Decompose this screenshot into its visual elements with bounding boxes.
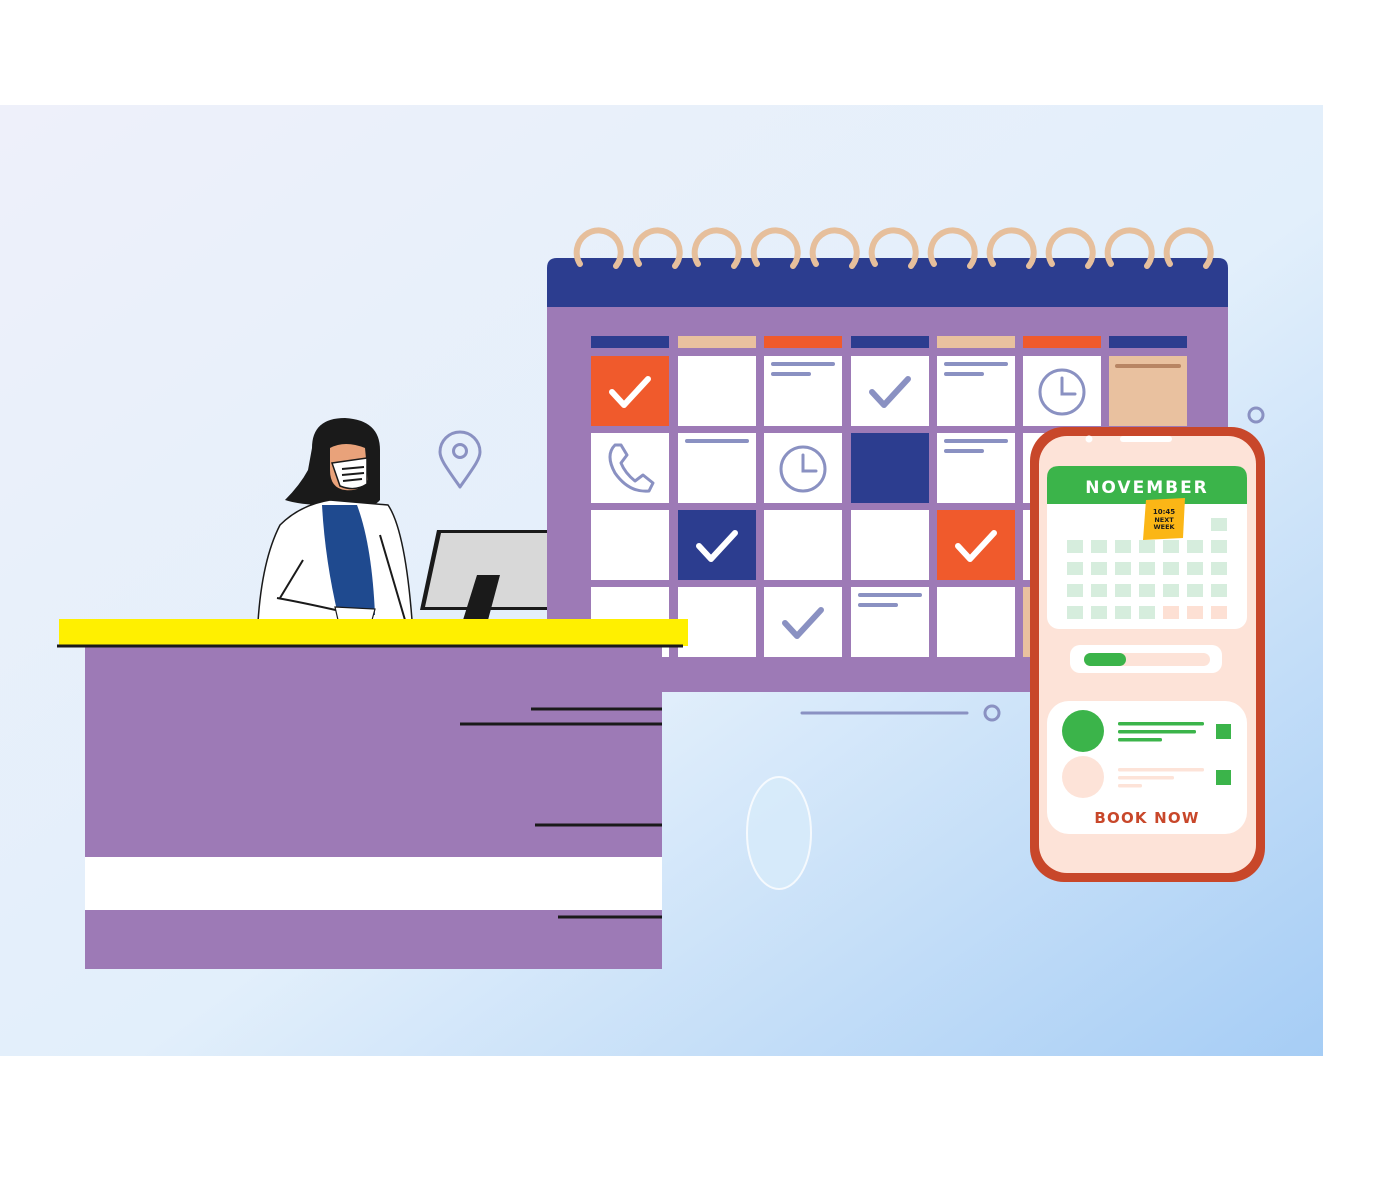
calendar-cell <box>764 510 842 580</box>
weekday-strip <box>937 336 1015 348</box>
calendar-cell <box>851 510 929 580</box>
calendar-cell <box>937 510 1015 580</box>
computer-monitor <box>420 530 547 620</box>
mini-calendar-day <box>1067 606 1083 619</box>
mini-calendar-day <box>1115 584 1131 597</box>
mini-calendar-day <box>1163 562 1179 575</box>
calendar-cell <box>591 356 669 426</box>
month-label: NOVEMBER <box>1085 478 1209 498</box>
mini-calendar-day <box>1139 562 1155 575</box>
calendar-cell <box>851 433 929 503</box>
mini-calendar-day <box>1091 584 1107 597</box>
text-lines <box>685 439 749 443</box>
book-now-button[interactable]: BOOK NOW <box>1094 809 1199 827</box>
mini-calendar-day <box>1067 540 1083 553</box>
calendar-cell <box>851 587 929 657</box>
mini-calendar-day <box>1115 606 1131 619</box>
avatar <box>1062 756 1104 798</box>
phone-speaker <box>1120 436 1172 442</box>
mini-calendar-day <box>1187 606 1203 619</box>
sticky-note-line2: WEEK <box>1153 523 1175 531</box>
mini-calendar-day <box>1115 562 1131 575</box>
sticky-note: 10:45 NEXT WEEK <box>1143 498 1185 540</box>
mini-calendar-day <box>1211 518 1227 531</box>
phone-camera <box>1085 435 1093 443</box>
mini-calendar-day <box>1115 540 1131 553</box>
mini-calendar-day <box>1163 584 1179 597</box>
mini-calendar-day <box>1163 606 1179 619</box>
calendar-cell <box>851 356 929 426</box>
mini-calendar-day <box>1187 540 1203 553</box>
calendar-cell <box>764 587 842 657</box>
mini-calendar-day <box>1139 606 1155 619</box>
sticky-note-time: 10:45 <box>1153 508 1175 516</box>
bubble-decoration <box>746 776 812 890</box>
booking-illustration: NOVEMBER 10:45 NEXT WEEK BOOK NOW <box>0 105 1323 1056</box>
mini-calendar-day <box>1163 540 1179 553</box>
weekday-strip <box>591 336 669 348</box>
mini-calendar-day <box>1211 562 1227 575</box>
calendar-cell <box>937 356 1015 426</box>
calendar-cell <box>937 587 1015 657</box>
checkbox[interactable] <box>1216 770 1231 785</box>
calendar-cell <box>591 433 669 503</box>
mini-calendar-day <box>1067 562 1083 575</box>
weekday-strip <box>1023 336 1101 348</box>
calendar-header <box>547 258 1228 307</box>
mini-calendar-day <box>1211 540 1227 553</box>
weekday-strip <box>1109 336 1187 348</box>
mini-calendar-day <box>1091 540 1107 553</box>
smartphone: NOVEMBER 10:45 NEXT WEEK BOOK NOW <box>1030 427 1265 882</box>
weekday-strip <box>851 336 929 348</box>
calendar-cell <box>678 587 756 657</box>
desk-top <box>59 619 688 646</box>
calendar-cell <box>678 510 756 580</box>
weekday-strip <box>764 336 842 348</box>
weekday-strip <box>678 336 756 348</box>
mini-calendar-day <box>1211 606 1227 619</box>
calendar-cell <box>678 356 756 426</box>
desk-front <box>85 645 662 969</box>
calendar-cell <box>937 433 1015 503</box>
progress-fill <box>1084 653 1126 666</box>
mini-calendar-day <box>1139 540 1155 553</box>
mini-calendar-day <box>1139 584 1155 597</box>
hand <box>334 606 376 621</box>
mini-calendar-day <box>1211 584 1227 597</box>
avatar <box>1062 710 1104 752</box>
mini-calendar-day <box>1187 562 1203 575</box>
mini-calendar-day <box>1187 584 1203 597</box>
reception-desk <box>57 619 688 969</box>
mini-calendar-day <box>1091 606 1107 619</box>
calendar-weekday-strips <box>591 336 1187 348</box>
text-lines <box>1115 364 1181 368</box>
checkbox[interactable] <box>1216 724 1231 739</box>
calendar-cell <box>591 510 669 580</box>
calendar-cell <box>764 356 842 426</box>
calendar-cell <box>678 433 756 503</box>
mini-calendar-day <box>1067 584 1083 597</box>
mini-calendar-day <box>1091 562 1107 575</box>
desk-stripe <box>85 857 662 910</box>
